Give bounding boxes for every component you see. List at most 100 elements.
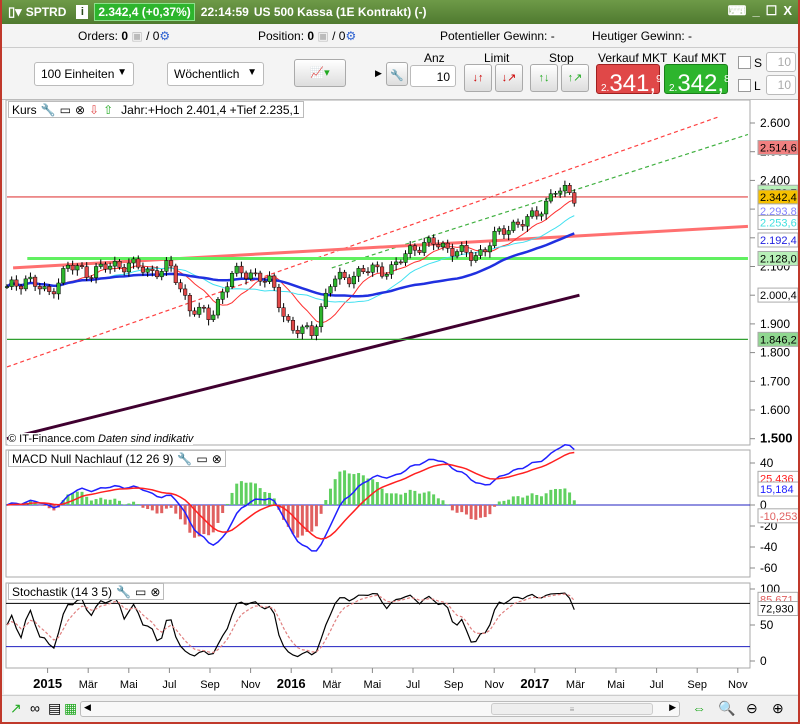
macd-histogram-bar <box>94 499 98 505</box>
export-icon[interactable]: ↗ <box>10 700 22 717</box>
grid-icon[interactable]: ▦ <box>64 700 77 717</box>
quantity-input[interactable]: 10 <box>410 65 456 87</box>
macd-histogram-bar <box>71 493 75 505</box>
scroll-thumb[interactable]: ≡ <box>491 703 653 715</box>
macd-histogram-bar <box>230 492 234 505</box>
limit-label: Limit <box>484 51 510 65</box>
macd-histogram-bar <box>436 498 440 505</box>
zoom-out-icon[interactable]: ⊖ <box>746 700 758 717</box>
wrench-icon[interactable]: 🔧 <box>177 452 192 466</box>
x-tick-label: Nov <box>728 679 748 691</box>
x-tick-label: Mai <box>120 679 138 691</box>
macd-histogram-bar <box>239 481 243 505</box>
candle <box>286 316 291 321</box>
quote-badge: 2.342,4 (+0,37%) <box>94 3 195 21</box>
candle <box>281 307 286 317</box>
macd-histogram-bar <box>549 489 553 505</box>
gear-icon[interactable]: ⚙ <box>345 29 356 43</box>
limit-sell-button[interactable]: ↓↗ <box>495 64 523 92</box>
macd-histogram-bar <box>146 505 150 510</box>
close-button[interactable]: X <box>783 3 792 19</box>
link-icon[interactable]: ∞ <box>30 700 40 716</box>
candle <box>79 265 85 267</box>
stop-sell-button[interactable]: ↑↗ <box>561 64 589 92</box>
candle <box>272 275 277 288</box>
price-label: 2.128,0 <box>760 253 797 265</box>
units-select[interactable]: 100 Einheiten ▼ <box>34 62 134 86</box>
minimize-button[interactable]: _ <box>752 3 759 19</box>
macd-histogram-bar <box>43 505 47 506</box>
macd-histogram-bar <box>455 505 459 513</box>
zoom-in-icon[interactable]: ⊕ <box>772 700 784 717</box>
buy-button[interactable]: 2.342,8 <box>664 64 730 97</box>
macd-histogram-bar <box>502 500 506 505</box>
candle <box>384 274 389 277</box>
candle <box>534 210 539 217</box>
limit-checkbox[interactable] <box>738 79 751 92</box>
candle <box>65 264 70 269</box>
y-tick-label: 1.500 <box>760 431 793 446</box>
sell-button[interactable]: 2.341,9 <box>596 64 662 97</box>
candle <box>267 275 272 282</box>
close-icon[interactable]: ⊗ <box>150 585 160 599</box>
x-tick-label: Nov <box>484 679 504 691</box>
macd-tick-label: -60 <box>760 561 778 575</box>
candle <box>300 326 305 334</box>
chart-canvas[interactable]: 2.6002.5002.4002.3002.2002.1002.0001.900… <box>4 99 800 694</box>
sell-arrow-icon[interactable]: ⇩ <box>89 103 99 117</box>
x-tick-label: Sep <box>200 679 220 691</box>
candle <box>295 330 300 334</box>
close-icon[interactable]: ⊗ <box>75 103 85 117</box>
chart-area[interactable]: 2.6002.5002.4002.3002.2002.1002.0001.900… <box>4 99 800 694</box>
title-bar: ▯▾ SPTRD i 2.342,4 (+0,37%) 22:14:59 US … <box>2 0 798 24</box>
candlestick-icon[interactable]: ▯▾ <box>8 4 22 20</box>
keyboard-icon[interactable]: ⌨ <box>728 3 747 19</box>
gear-icon[interactable]: ⚙ <box>159 29 170 43</box>
s-input[interactable]: 10 <box>766 52 796 72</box>
wrench-icon[interactable]: 🔧 <box>41 103 56 117</box>
candle <box>201 306 206 309</box>
close-icon[interactable]: ⊗ <box>212 452 222 466</box>
window-icon[interactable]: ▭ <box>60 103 71 117</box>
macd-panel-header: MACD Null Nachlauf (12 26 9) 🔧 ▭ ⊗ <box>8 450 226 467</box>
candle <box>408 245 413 254</box>
sell-label: Verkauf MKT <box>598 51 668 65</box>
stoch-tick-label: 0 <box>760 654 767 668</box>
candle <box>136 258 141 268</box>
wrench-icon[interactable]: 🔧 <box>386 62 408 86</box>
maximize-button[interactable]: ☐ <box>766 3 778 19</box>
fit-icon[interactable]: ⇔ <box>692 700 706 716</box>
info-icon[interactable]: i <box>76 5 89 19</box>
candle <box>553 193 558 195</box>
buy-arrow-icon[interactable]: ⇧ <box>103 103 113 117</box>
candle <box>159 271 164 278</box>
candle <box>140 266 146 273</box>
macd-histogram-bar <box>530 493 534 505</box>
l-input[interactable]: 10 <box>766 75 796 95</box>
stop-checkbox[interactable] <box>738 56 751 69</box>
zoom-fit-icon[interactable]: 🔍 <box>718 700 735 717</box>
macd-panel-frame <box>5 449 751 578</box>
horizontal-scrollbar[interactable]: ◀ ≡ ▶ <box>80 701 680 717</box>
trendline-salmon-trend <box>13 224 749 270</box>
candle <box>42 286 47 290</box>
price-label: 2.514,6 <box>760 143 797 155</box>
expand-arrow-icon[interactable]: ▶ <box>375 68 382 79</box>
window-icon[interactable]: ▭ <box>196 452 207 466</box>
macd-histogram-bar <box>225 503 229 505</box>
macd-histogram-bar <box>563 488 567 505</box>
limit-buy-button[interactable]: ↓↑ <box>464 64 492 92</box>
price-label: 2.253,6 <box>760 217 797 229</box>
macd-histogram-bar <box>403 492 407 505</box>
period-select[interactable]: Wöchentlich ▼ <box>167 62 264 86</box>
candle <box>455 251 460 257</box>
list-icon[interactable]: ▤ <box>48 700 61 717</box>
x-tick-label: Jul <box>406 679 420 691</box>
x-tick-label: 2016 <box>277 676 306 691</box>
macd-value-label: -10,253 <box>760 511 797 523</box>
window-icon[interactable]: ▭ <box>135 585 146 599</box>
indicator-button[interactable]: 📈▾ <box>294 59 346 87</box>
stop-buy-button[interactable]: ↑↓ <box>530 64 558 92</box>
wrench-icon[interactable]: 🔧 <box>116 585 131 599</box>
candle <box>47 286 52 292</box>
